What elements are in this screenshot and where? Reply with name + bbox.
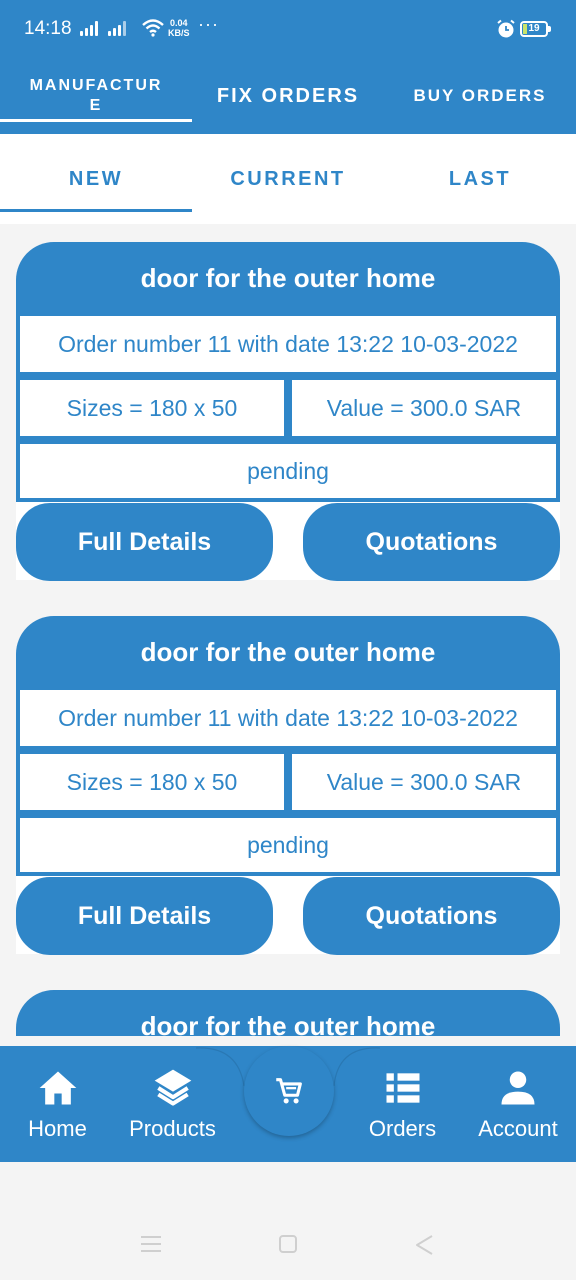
network-speed: 0.04 KB/S — [168, 18, 190, 38]
top-tab-bar: MANUFACTUR E FIX ORDERS BUY ORDERS — [0, 58, 576, 134]
more-notifications-icon: ··· — [198, 14, 219, 34]
menu-icon[interactable] — [140, 1234, 162, 1254]
full-details-button[interactable]: Full Details — [16, 877, 273, 955]
tab-last[interactable]: LAST — [384, 134, 576, 224]
alarm-icon — [497, 19, 515, 38]
nav-orders[interactable]: Orders — [345, 1046, 460, 1162]
cart-button[interactable] — [244, 1046, 334, 1136]
quotations-button[interactable]: Quotations — [303, 503, 560, 581]
bottom-navigation: Home Products Orders Account — [0, 1046, 576, 1162]
signal-icon — [108, 20, 126, 36]
status-bar: 14:18 0.04 KB/S ··· 19 — [0, 0, 576, 58]
tab-new[interactable]: NEW — [0, 134, 192, 224]
status-time: 14:18 — [24, 18, 72, 39]
tab-manufacture[interactable]: MANUFACTUR E — [0, 58, 192, 134]
full-details-button[interactable]: Full Details — [16, 503, 273, 581]
tab-buy-orders[interactable]: BUY ORDERS — [384, 58, 576, 134]
home-square-icon[interactable] — [278, 1234, 298, 1254]
signal-icon — [80, 20, 98, 36]
tab-current[interactable]: CURRENT — [192, 134, 384, 224]
account-icon — [501, 1071, 535, 1105]
quotations-button[interactable]: Quotations — [303, 877, 560, 955]
nav-account[interactable]: Account — [460, 1046, 576, 1162]
order-status: pending — [20, 818, 556, 872]
order-info: Order number 11 with date 13:22 10-03-20… — [20, 690, 556, 746]
order-sizes: Sizes = 180 x 50 — [20, 380, 284, 436]
order-title: door for the outer home — [140, 262, 436, 293]
battery-icon: 19 — [520, 21, 551, 37]
cart-icon — [276, 1078, 302, 1104]
back-icon[interactable] — [414, 1234, 434, 1256]
order-info: Order number 11 with date 13:22 10-03-20… — [20, 316, 556, 372]
orders-list[interactable]: door for the outer home Order number 11 … — [0, 224, 576, 1036]
nav-home[interactable]: Home — [0, 1046, 115, 1162]
wifi-icon — [142, 19, 164, 37]
order-title: door for the outer home — [140, 1010, 436, 1037]
tab-fix-orders[interactable]: FIX ORDERS — [192, 58, 384, 134]
order-card: door for the outer home Order number 11 … — [16, 616, 560, 955]
system-navigation-bar — [0, 1162, 576, 1280]
list-icon — [386, 1073, 419, 1103]
order-card: door for the outer home — [16, 990, 560, 1036]
order-status: pending — [20, 444, 556, 498]
order-card: door for the outer home Order number 11 … — [16, 242, 560, 581]
nav-products[interactable]: Products — [115, 1046, 230, 1162]
order-sizes: Sizes = 180 x 50 — [20, 754, 284, 810]
order-value: Value = 300.0 SAR — [292, 380, 556, 436]
order-value: Value = 300.0 SAR — [292, 754, 556, 810]
home-icon — [39, 1071, 76, 1105]
layers-icon — [154, 1069, 191, 1106]
sub-tab-bar: NEW CURRENT LAST — [0, 134, 576, 224]
order-title: door for the outer home — [140, 636, 436, 667]
